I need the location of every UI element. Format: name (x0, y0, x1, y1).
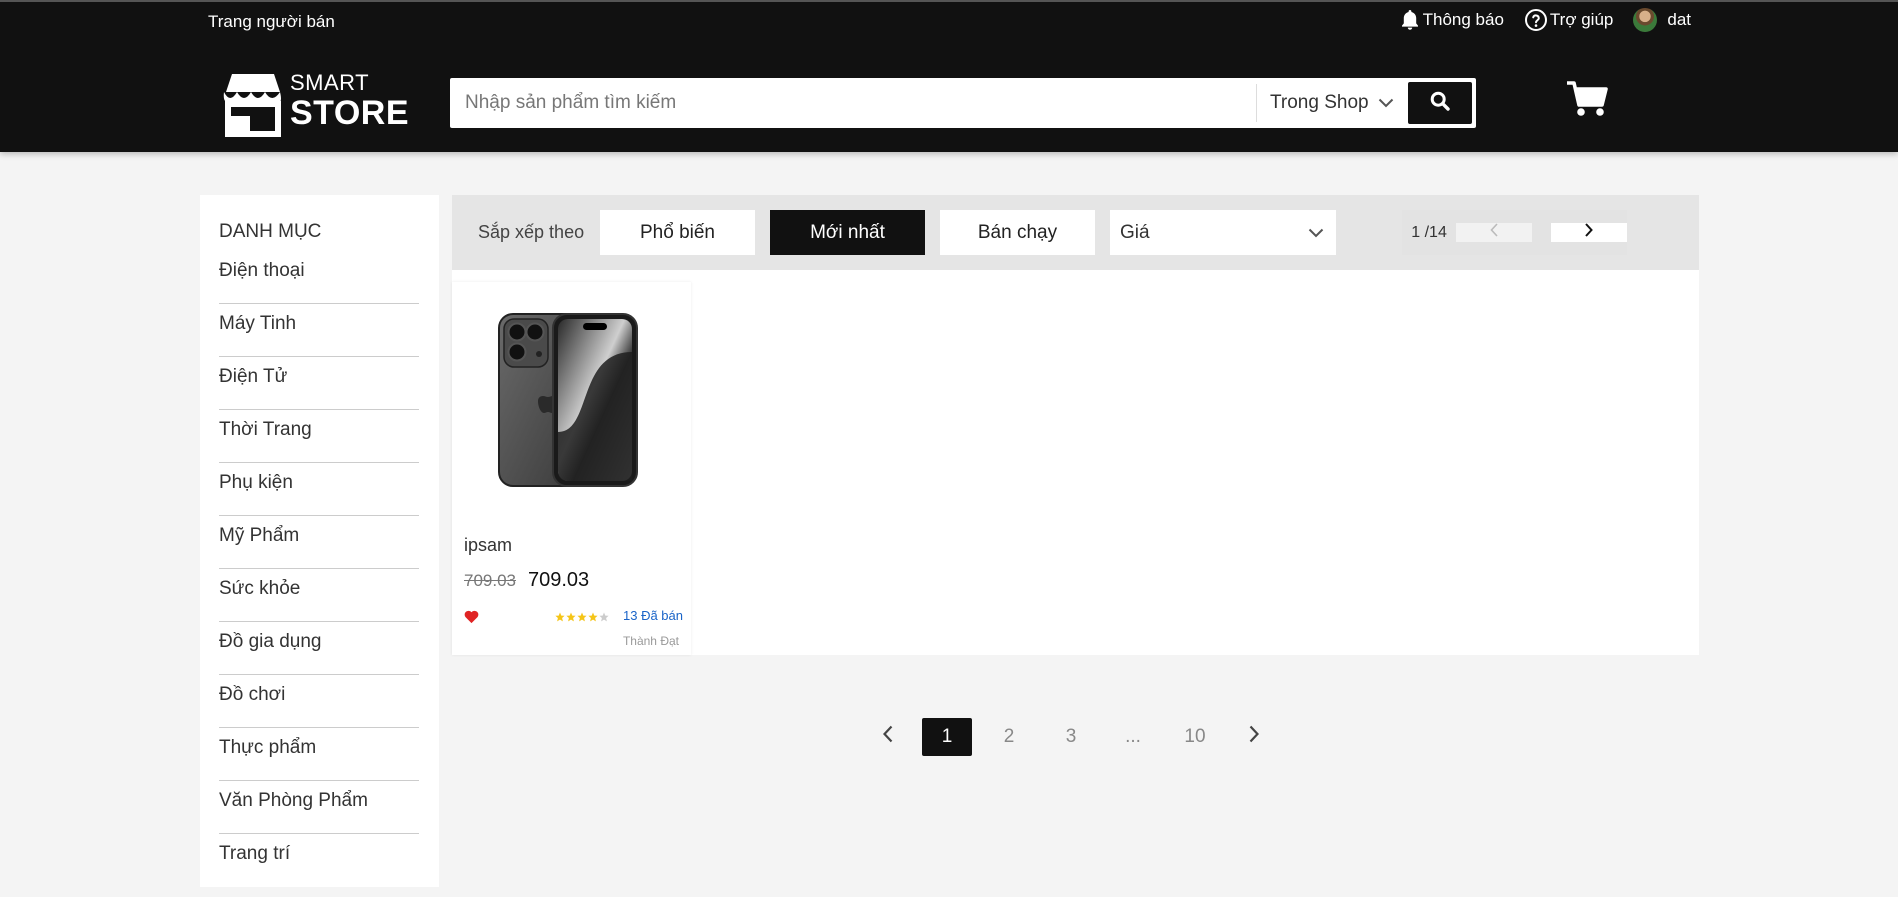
logo-line-2: STORE (290, 94, 410, 132)
help-label: Trợ giúp (1549, 10, 1614, 29)
prev-page-button[interactable] (866, 718, 910, 756)
chevron-down-icon (1308, 222, 1324, 244)
cart-button[interactable] (1566, 80, 1608, 123)
star-icon (577, 609, 587, 627)
page-button[interactable]: 2 (984, 718, 1034, 756)
chevron-right-icon (1249, 725, 1260, 749)
chevron-right-icon (1585, 223, 1593, 242)
page-button[interactable]: 1 (922, 718, 972, 756)
category-item[interactable]: Phụ kiện (219, 463, 419, 516)
search-scope-select[interactable]: Trong Shop (1256, 84, 1408, 122)
pagination: 1 2 3 ... 10 (866, 718, 1288, 756)
product-name: ipsam (464, 535, 513, 555)
mini-next-button[interactable] (1551, 223, 1627, 242)
storefront-icon (223, 74, 281, 137)
category-item[interactable]: Đồ gia dụng (219, 622, 419, 675)
page-button[interactable]: 10 (1170, 718, 1220, 756)
store-logo[interactable]: SMART STORE (220, 68, 409, 138)
mini-pager: 1 /14 (1402, 210, 1627, 255)
price-sort-select[interactable]: Giá (1110, 210, 1336, 255)
star-empty-icon (599, 609, 609, 627)
category-item[interactable]: Văn Phòng Phẩm (219, 781, 419, 834)
category-list: Điện thoại Máy Tinh Điện Tử Thời Trang P… (219, 251, 419, 887)
category-item[interactable]: Điện Tử (219, 357, 419, 410)
star-icon (566, 609, 576, 627)
username: dat (1667, 10, 1691, 29)
logo-text: SMART STORE (290, 68, 410, 132)
top-bar-right: Thông báo Trợ giúp dat (1399, 8, 1691, 32)
help-link[interactable]: Trợ giúp (1524, 8, 1613, 32)
chevron-down-icon (1378, 92, 1394, 114)
product-grid: ipsam 709.03 709.03 13 Đã bán Thành Đạt (452, 270, 1699, 655)
category-item[interactable]: Thời Trang (219, 410, 419, 463)
mini-prev-button[interactable] (1456, 223, 1533, 242)
header: Trang người bán Thông báo Trợ giúp dat S… (0, 0, 1898, 152)
user-menu[interactable]: dat (1633, 8, 1691, 32)
category-item[interactable]: Mỹ Phẩm (219, 516, 419, 569)
star-icon (588, 609, 598, 627)
cart-icon (1566, 81, 1608, 122)
product-image (497, 312, 639, 495)
chevron-left-icon (882, 725, 893, 749)
star-icon (555, 609, 565, 627)
notifications-label: Thông báo (1422, 10, 1504, 29)
heart-icon[interactable] (464, 610, 479, 629)
next-page-button[interactable] (1232, 718, 1276, 756)
help-circle-icon (1524, 8, 1548, 32)
notifications-link[interactable]: Thông báo (1399, 8, 1504, 32)
seller-page-link[interactable]: Trang người bán (208, 12, 335, 32)
avatar (1633, 8, 1658, 32)
category-title: DANH MỤC (219, 221, 322, 242)
category-item[interactable]: Sức khỏe (219, 569, 419, 622)
page-ellipsis: ... (1125, 726, 1141, 747)
bell-icon (1399, 8, 1421, 32)
page-button[interactable]: 3 (1046, 718, 1096, 756)
search-scope-label: Trong Shop (1270, 92, 1369, 113)
category-item[interactable]: Điện thoại (219, 251, 419, 304)
product-price-old: 709.03 (464, 571, 516, 590)
search-input[interactable] (450, 78, 1256, 128)
page-indicator: 1 /14 (1411, 223, 1447, 241)
product-card[interactable]: ipsam 709.03 709.03 13 Đã bán Thành Đạt (452, 282, 691, 655)
category-item[interactable]: Đồ chơi (219, 675, 419, 728)
product-sold-count: 13 Đã bán (623, 608, 683, 623)
search-icon (1430, 91, 1450, 116)
product-rating (555, 609, 609, 627)
category-item[interactable]: Máy Tinh (219, 304, 419, 357)
sort-label: Sắp xếp theo (478, 222, 585, 242)
sort-newest-button[interactable]: Mới nhất (770, 210, 925, 255)
category-item[interactable]: Trang trí (219, 834, 419, 887)
sort-popular-button[interactable]: Phổ biến (600, 210, 755, 255)
sort-bestseller-button[interactable]: Bán chạy (940, 210, 1095, 255)
product-price-new: 709.03 (528, 569, 590, 591)
price-sort-label: Giá (1120, 221, 1150, 243)
category-sidebar: DANH MỤC Điện thoại Máy Tinh Điện Tử Thờ… (200, 195, 439, 887)
sort-bar: Sắp xếp theo Phổ biến Mới nhất Bán chạy … (452, 195, 1699, 270)
category-item[interactable]: Thực phẩm (219, 728, 419, 781)
product-shop-name: Thành Đạt (622, 634, 679, 648)
search-button[interactable] (1408, 82, 1472, 124)
chevron-left-icon (1490, 223, 1498, 242)
logo-line-1: SMART (290, 70, 370, 95)
search-bar: Trong Shop (450, 78, 1476, 128)
